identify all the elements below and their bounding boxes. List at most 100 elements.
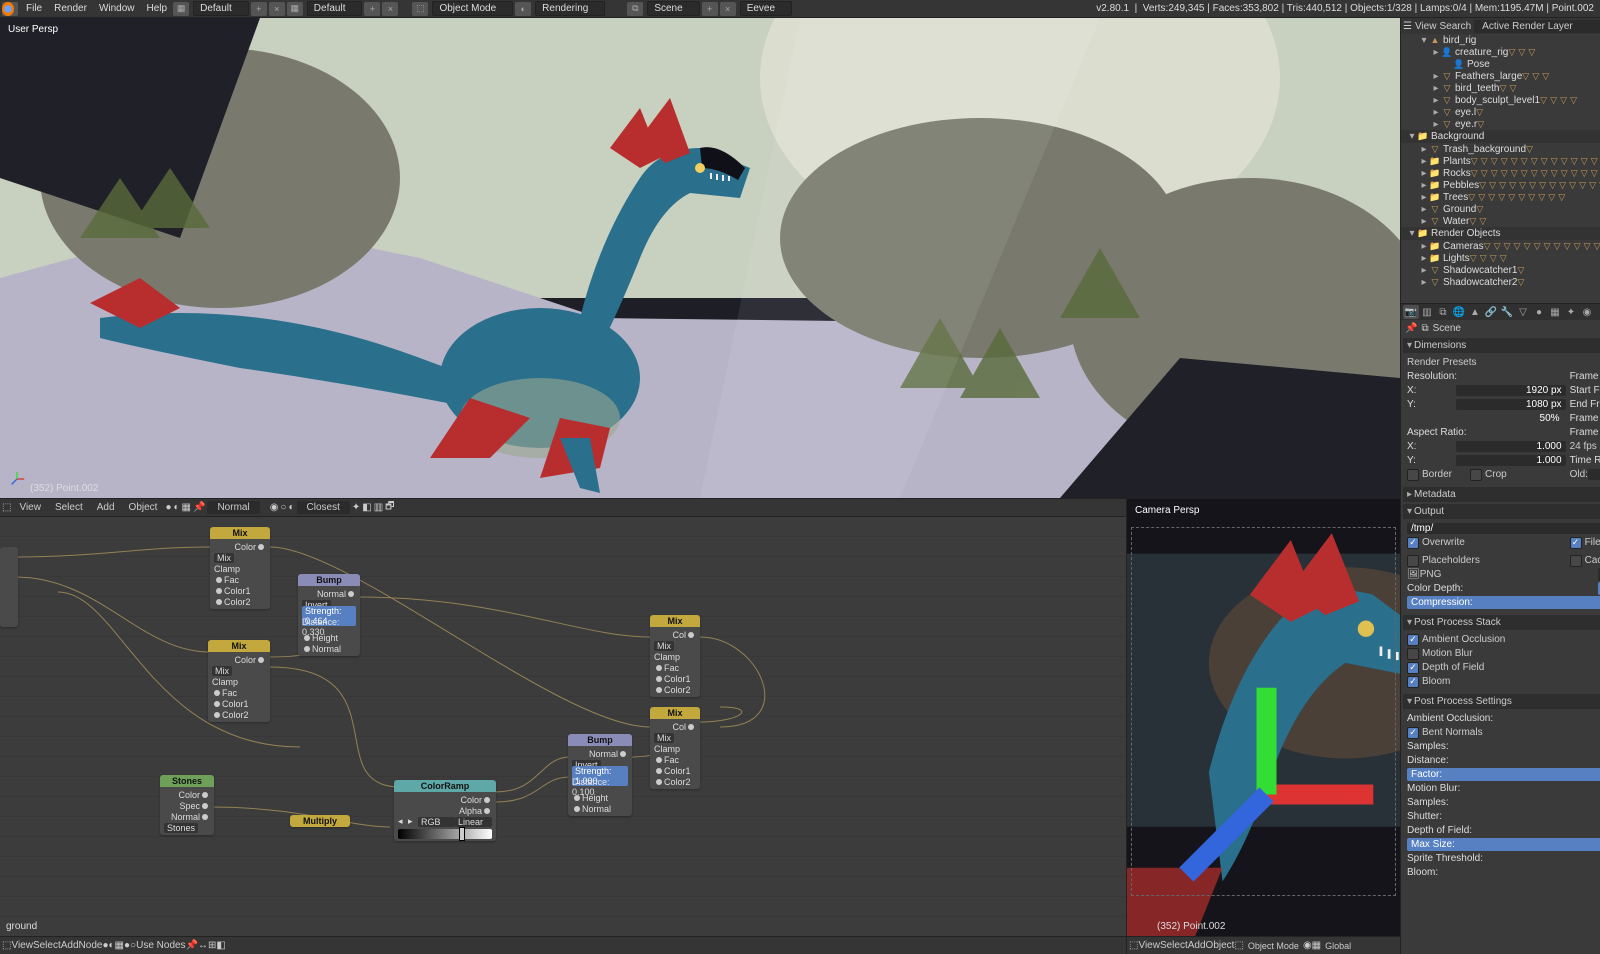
outliner-filter[interactable]: Active Render Layer — [1474, 20, 1600, 33]
node-closest-dropdown[interactable]: Closest — [297, 501, 350, 514]
shading-dropdown[interactable]: Rendering — [535, 1, 605, 16]
node-bump1-header[interactable]: Bump — [298, 574, 360, 586]
nbb-icon9[interactable]: ◧ — [216, 940, 225, 951]
res-y-input[interactable]: 1080 px — [1456, 399, 1566, 410]
cam-orient-dropdown[interactable]: Global — [1321, 940, 1355, 952]
tab-world-icon[interactable]: 🌐 — [1451, 305, 1467, 319]
nbb-pin-icon[interactable]: 📌 — [186, 940, 198, 951]
screen-dropdown[interactable]: Default — [307, 1, 363, 16]
node-menu-view[interactable]: View — [13, 501, 47, 514]
snap3-icon[interactable]: ▥ — [374, 502, 383, 513]
dimensions-panel-header[interactable]: Dimensions — [1403, 338, 1600, 353]
cam-mode-dropdown[interactable]: Object Mode — [1244, 940, 1303, 952]
mode-icon[interactable]: ⬚ — [412, 2, 428, 16]
overlay3-icon[interactable]: ◐ — [288, 502, 294, 513]
layout-dropdown[interactable]: Default — [193, 1, 249, 16]
node-menu-object[interactable]: Object — [123, 501, 164, 514]
nbb-add[interactable]: Add — [61, 940, 79, 951]
node-type-tex-icon[interactable]: ▦ — [182, 502, 191, 513]
output-panel-header[interactable]: Output — [1403, 504, 1600, 519]
cam-menu-select[interactable]: Select — [1160, 940, 1188, 951]
outliner-item-background[interactable]: ▾📁Background👁▲📷 — [1401, 130, 1600, 143]
overlay2-icon[interactable]: ○ — [280, 502, 286, 513]
engine-dropdown[interactable]: Eevee — [740, 1, 792, 16]
placeholders-check[interactable] — [1407, 555, 1419, 567]
compression-slider[interactable]: Compression:15% — [1407, 596, 1600, 609]
cam-shade-icon[interactable]: ◉ — [1303, 940, 1312, 951]
use-nodes-toggle[interactable]: Use Nodes — [136, 940, 185, 951]
outliner-item-bird-rig[interactable]: ▾▲bird_rig👁▲📷 — [1401, 34, 1600, 46]
menu-file[interactable]: File — [20, 3, 48, 14]
node-mix2-header[interactable]: Mix — [208, 640, 270, 652]
cam-mode-icon[interactable]: ⬚ — [1234, 940, 1243, 951]
editor-type-icon[interactable]: ⬚ — [2, 502, 11, 513]
overlay-icon[interactable]: ◉ — [270, 502, 279, 513]
cache-check[interactable] — [1570, 555, 1582, 567]
pps-panel-header[interactable]: Post Process Stack — [1403, 615, 1600, 630]
nbb-view[interactable]: View — [11, 940, 33, 951]
del-scene-icon[interactable]: × — [720, 2, 736, 16]
bloom-check[interactable]: ✓ — [1407, 676, 1419, 688]
nbb-icon3[interactable]: ▦ — [115, 940, 124, 951]
overwrite-check[interactable]: ✓ — [1407, 537, 1419, 549]
aspect-x[interactable]: 1.000 — [1456, 441, 1566, 452]
outliner-item-trash-background[interactable]: ▸▽Trash_background▽👁▲📷 — [1401, 143, 1600, 155]
remap-old[interactable]: 100 — [1588, 469, 1600, 480]
screen-icon[interactable]: ▦ — [287, 2, 303, 16]
cam-menu-add[interactable]: Add — [1188, 940, 1206, 951]
aspect-y[interactable]: 1.000 — [1456, 455, 1566, 466]
node-stones-header[interactable]: Stones — [160, 775, 214, 787]
tab-particles-icon[interactable]: ✦ — [1563, 305, 1579, 319]
tab-scene-icon[interactable]: ⧉ — [1435, 305, 1451, 319]
outliner-item-rocks[interactable]: ▸📁Rocks▽▽▽▽▽▽▽▽▽▽▽▽▽▽▽▽▽▽▽▽▽👁▲📷 — [1401, 167, 1600, 179]
3d-viewport[interactable]: User Persp (352) Point.002 — [0, 18, 1400, 498]
outliner-editor-icon[interactable]: ☰ — [1403, 21, 1412, 32]
outliner-menu-search[interactable]: Search — [1439, 21, 1471, 32]
node-mix4-header[interactable]: Mix — [650, 707, 700, 719]
node-bump2-header[interactable]: Bump — [568, 734, 632, 746]
node-multiply-header[interactable]: Multiply — [290, 815, 350, 827]
cam-menu-view[interactable]: View — [1138, 940, 1160, 951]
outliner-item-water[interactable]: ▸▽Water▽▽👁▲📷 — [1401, 215, 1600, 227]
outliner-item-render-objects[interactable]: ▾📁Render Objects👁▲📷 — [1401, 227, 1600, 240]
snap4-icon[interactable]: 🗗 — [385, 499, 394, 516]
outliner-item-feathers-large[interactable]: ▸▽Feathers_large▽▽▽👁▲📷 — [1401, 70, 1600, 82]
ao-check[interactable]: ✓ — [1407, 634, 1419, 646]
tab-render-icon[interactable]: 📷 — [1403, 305, 1419, 319]
editor-type-icon-bottom[interactable]: ⬚ — [2, 940, 11, 951]
outliner-item-lights[interactable]: ▸📁Lights▽▽▽▽👁▲📷 — [1401, 252, 1600, 264]
node-canvas[interactable]: Mix Color Mix Clamp Fac Color1 Color2 Mi… — [0, 517, 1126, 936]
scene-dropdown[interactable]: Scene — [647, 1, 699, 16]
res-x-input[interactable]: 1920 px — [1456, 385, 1566, 396]
nbb-select[interactable]: Select — [33, 940, 61, 951]
tab-object-icon[interactable]: ▲ — [1467, 305, 1483, 319]
bent-check[interactable]: ✓ — [1407, 727, 1419, 739]
add-screen-icon[interactable]: + — [364, 2, 380, 16]
dof-check[interactable]: ✓ — [1407, 662, 1419, 674]
outliner-item-eye-l[interactable]: ▸▽eye.l▽👁▲📷 — [1401, 106, 1600, 118]
outliner-item-cameras[interactable]: ▸📁Cameras▽▽▽▽▽▽▽▽▽▽▽▽▽▽▽▽▽▽👁▲📷 — [1401, 240, 1600, 252]
tab-modifiers-icon[interactable]: 🔧 — [1499, 305, 1515, 319]
outliner-tree[interactable]: ▾▲bird_rig👁▲📷▸👤creature_rig▽▽▽👁▲📷👤Pose👁▲… — [1401, 34, 1600, 303]
add-scene-icon[interactable]: + — [702, 2, 718, 16]
tab-texture-icon[interactable]: ▦ — [1547, 305, 1563, 319]
render-presets-dropdown[interactable]: Render Presets — [1407, 357, 1600, 368]
snap2-icon[interactable]: ◧ — [362, 502, 371, 513]
cam-icon2[interactable]: ▦ — [1312, 940, 1321, 951]
output-path[interactable]: /tmp/ — [1407, 523, 1600, 534]
menu-window[interactable]: Window — [93, 3, 141, 14]
node-normal-dropdown[interactable]: Normal — [207, 501, 259, 514]
outliner-item-creature-rig[interactable]: ▸👤creature_rig▽▽▽👁▲📷 — [1401, 46, 1600, 58]
fps-dropdown[interactable]: 24 fps — [1570, 441, 1600, 452]
cam-editor-icon[interactable]: ⬚ — [1129, 940, 1138, 951]
snap-icon[interactable]: ✦ — [352, 502, 360, 513]
pin-icon[interactable]: 📌 — [1405, 323, 1417, 334]
tab-constraints-icon[interactable]: 🔗 — [1483, 305, 1499, 319]
ao-factor-slider[interactable]: Factor:1.00 — [1407, 768, 1600, 781]
cam-menu-object[interactable]: Object — [1206, 940, 1235, 951]
add-layout-icon[interactable]: + — [251, 2, 267, 16]
outliner-item-plants[interactable]: ▸📁Plants▽▽▽▽▽▽▽▽▽▽▽▽▽▽▽▽▽▽▽▽▽▽👁▲📷 — [1401, 155, 1600, 167]
mb-check[interactable] — [1407, 648, 1419, 660]
outliner-menu-view[interactable]: View — [1415, 21, 1437, 32]
node-type-shader-icon[interactable]: ● — [165, 502, 171, 513]
